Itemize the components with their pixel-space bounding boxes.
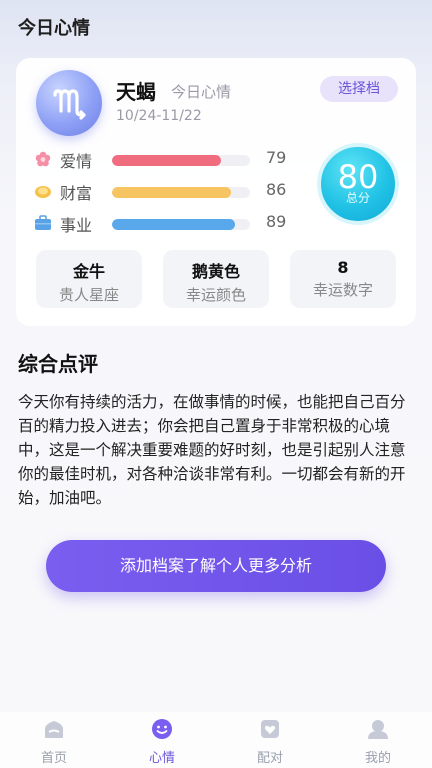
horoscope-card: 天蝎 今日心情 10/24-11/22 选择档 爱情 79 财富 86 事业 8… (16, 58, 416, 326)
select-profile-button[interactable]: 选择档 (320, 76, 398, 102)
tab-profile[interactable]: 我的 (324, 712, 432, 768)
stat-bar (112, 155, 250, 166)
stat-label: 财富 (60, 184, 93, 203)
info-label: 幸运颜色 (185, 286, 246, 304)
total-score-label: 总分 (345, 191, 370, 205)
profile-icon (368, 720, 388, 739)
stat-bar (112, 187, 250, 198)
info-label: 幸运数字 (312, 281, 373, 299)
info-value: 金牛 (72, 262, 105, 281)
flower-icon (35, 151, 51, 167)
page-title: 今日心情 (18, 18, 90, 39)
tab-label: 首页 (40, 751, 67, 766)
add-profile-button[interactable]: 添加档案了解个人更多分析 (46, 540, 386, 592)
tab-match[interactable]: 配对 (216, 712, 324, 768)
stat-label: 爱情 (60, 152, 93, 171)
mood-icon (152, 719, 172, 739)
total-score-badge: 80 总分 (317, 143, 399, 225)
tab-label: 配对 (256, 751, 283, 766)
match-icon (261, 720, 279, 738)
info-box-noble-sign: 金牛 贵人星座 (36, 250, 142, 308)
stat-value: 79 (266, 148, 287, 167)
bottom-tab-bar: 首页 心情 配对 我的 (0, 712, 432, 768)
stat-bar (112, 219, 250, 230)
tab-label: 心情 (148, 751, 175, 766)
info-label: 贵人星座 (58, 286, 119, 304)
stat-bar-fill (112, 219, 235, 230)
stat-row-wealth: 财富 86 (34, 178, 314, 204)
scorpio-sign-icon (36, 70, 102, 136)
sign-subtitle: 今日心情 (171, 83, 232, 101)
info-value: 8 (337, 258, 349, 277)
coin-icon (35, 186, 51, 198)
review-text: 今天你有持续的活力，在做事情的时候，也能把自己百分百的精力投入进去；你会把自己置… (18, 393, 406, 507)
stat-value: 89 (266, 212, 287, 231)
stat-bar-fill (112, 187, 231, 198)
home-icon (45, 721, 63, 738)
tab-label: 我的 (364, 751, 391, 766)
stat-label: 事业 (60, 216, 93, 235)
info-box-lucky-number: 8 幸运数字 (290, 250, 396, 308)
stat-bar-fill (112, 155, 222, 166)
briefcase-icon (35, 215, 51, 230)
tab-mood[interactable]: 心情 (108, 712, 216, 768)
info-value: 鹅黄色 (191, 262, 240, 281)
review-title: 综合点评 (18, 352, 98, 376)
sign-date-range: 10/24-11/22 (116, 108, 202, 124)
stat-value: 86 (266, 180, 287, 199)
info-box-lucky-color: 鹅黄色 幸运颜色 (163, 250, 269, 308)
sign-name: 天蝎 (116, 80, 156, 104)
stat-row-love: 爱情 79 (34, 146, 314, 172)
stat-row-career: 事业 89 (34, 210, 314, 236)
tab-home[interactable]: 首页 (0, 712, 108, 768)
